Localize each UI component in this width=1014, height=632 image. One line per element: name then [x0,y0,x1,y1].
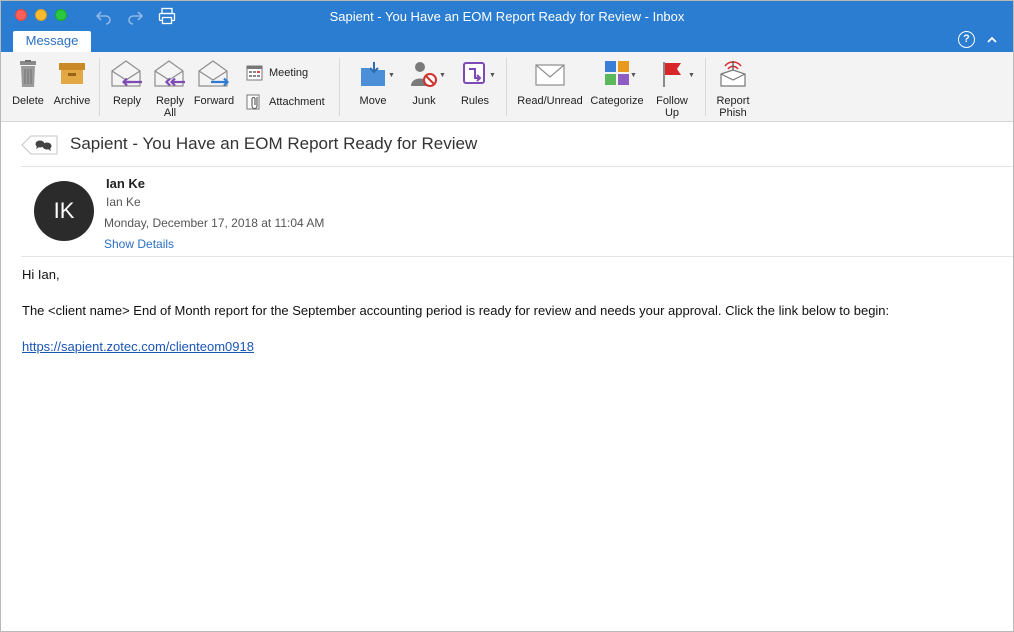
report-phish-button[interactable]: Report Phish [711,52,755,122]
message-date: Monday, December 17, 2018 at 11:04 AM [104,216,325,230]
read-unread-button[interactable]: Read/Unread [513,52,587,122]
title-bar: Sapient - You Have an EOM Report Ready f… [1,1,1013,31]
categorize-dropdown-icon[interactable]: ▼ [630,72,637,79]
rules-button[interactable]: ▼ Rules [453,52,497,122]
reply-all-button[interactable]: Reply All [149,52,191,122]
tab-message[interactable]: Message [13,31,91,52]
ribbon-tab-bar: Message ? [1,31,1013,52]
rules-label: Rules [460,95,490,107]
envelope-icon [535,64,565,86]
reply-label: Reply [112,95,142,107]
reply-all-label-line2: All [163,107,177,119]
reply-all-label-line1: Reply [155,95,185,107]
message-subject: Sapient - You Have an EOM Report Ready f… [70,134,478,153]
junk-label: Junk [412,95,436,107]
archive-button[interactable]: Archive [50,52,94,122]
report-phish-label-line2: Phish [719,107,747,119]
move-label: Move [359,95,387,107]
move-folder-icon [361,62,385,86]
forward-envelope-icon [198,60,230,87]
sender-avatar: IK [34,181,94,241]
body-paragraph: The <client name> End of Month report fo… [22,303,890,318]
conversation-icon[interactable] [21,135,59,155]
report-phish-icon [720,61,746,87]
junk-button[interactable]: ▼ Junk [403,52,446,122]
calendar-icon [246,65,263,81]
message-header: IK Ian Ke Ian Ke Monday, December 17, 20… [21,167,1013,257]
meeting-label: Meeting [269,67,309,79]
subject-row: Sapient - You Have an EOM Report Ready f… [21,131,1013,167]
reply-all-envelope-icon [154,60,185,87]
sender-name[interactable]: Ian Ke [106,176,145,191]
report-phish-label-line1: Report [716,95,750,107]
help-button[interactable]: ? [958,31,975,48]
sender-recipient: Ian Ke [106,195,141,209]
reply-envelope-icon [111,60,142,87]
attachment-label: Attachment [269,96,325,108]
categorize-icon [605,61,629,85]
reply-all-label: Reply All [149,95,191,119]
ribbon-toolbar: Delete Archive Reply Reply All Forward M… [1,52,1013,122]
move-dropdown-icon[interactable]: ▼ [388,72,395,79]
paperclip-icon [246,94,260,110]
categorize-label: Categorize [590,95,644,107]
rules-dropdown-icon[interactable]: ▼ [489,72,496,79]
forward-label: Forward [193,95,235,107]
follow-up-label-line2: Up [664,107,680,119]
body-greeting: Hi Ian, [22,267,60,282]
forward-button[interactable]: Forward [192,52,236,122]
show-details-link[interactable]: Show Details [104,237,174,251]
junk-person-icon [411,62,437,87]
ribbon-divider [506,58,507,116]
rules-icon [463,62,485,84]
chevron-up-icon [987,36,997,43]
ribbon-divider [99,58,100,116]
meeting-button[interactable]: Meeting [246,64,326,82]
window-title: Sapient - You Have an EOM Report Ready f… [329,9,685,24]
reply-button[interactable]: Reply [106,52,148,122]
outlook-message-window: Sapient - You Have an EOM Report Ready f… [0,0,1014,632]
follow-up-label: Follow Up [649,95,695,119]
ribbon-divider [705,58,706,116]
read-unread-label: Read/Unread [517,95,583,107]
attachment-button[interactable]: Attachment [246,93,331,111]
move-button[interactable]: ▼ Move [351,52,395,122]
follow-up-button[interactable]: ▼ Follow Up [649,52,695,122]
delete-button[interactable]: Delete [7,52,49,122]
body-link[interactable]: https://sapient.zotec.com/clienteom0918 [22,339,254,354]
archive-label: Archive [53,95,91,107]
categorize-button[interactable]: ▼ Categorize [587,52,647,122]
trash-icon [20,60,36,87]
junk-dropdown-icon[interactable]: ▼ [439,72,446,79]
ribbon-divider [339,58,340,116]
collapse-ribbon-button[interactable] [985,31,999,48]
delete-label: Delete [12,95,44,107]
archive-box-icon [59,63,85,84]
report-phish-label: Report Phish [711,95,755,119]
flag-icon [663,62,681,87]
follow-up-label-line1: Follow [656,95,688,107]
follow-up-dropdown-icon[interactable]: ▼ [688,72,695,79]
